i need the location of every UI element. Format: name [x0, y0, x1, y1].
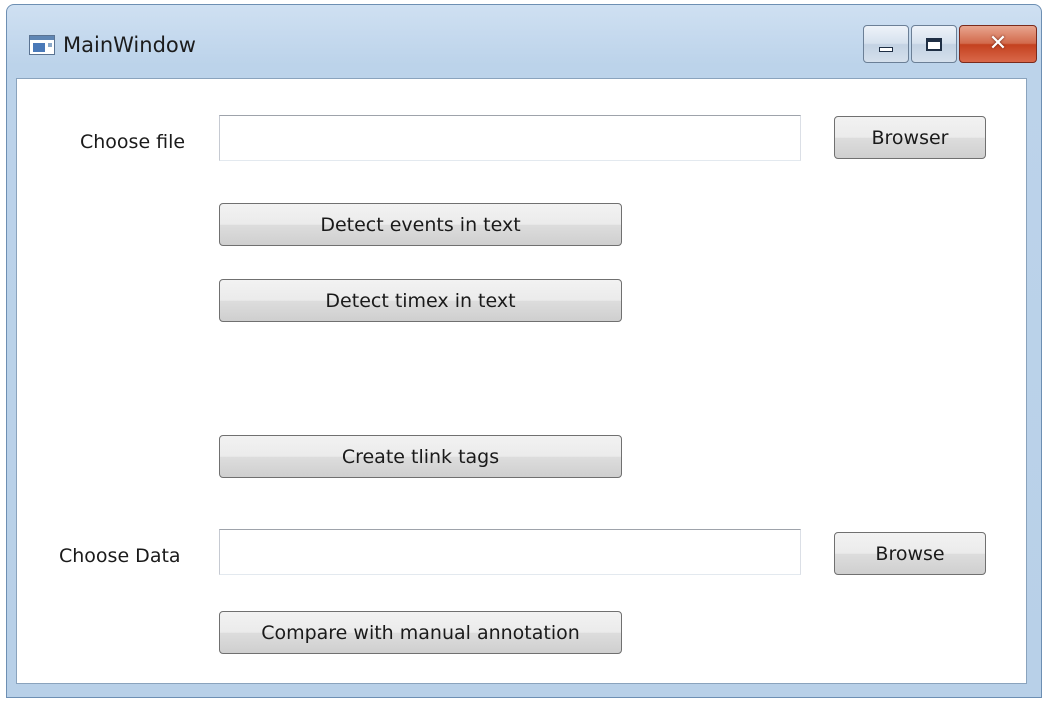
close-icon: ✕ [988, 31, 1008, 56]
maximize-icon [926, 37, 942, 51]
browse-button[interactable]: Browse [834, 532, 986, 575]
detect-events-button[interactable]: Detect events in text [219, 203, 622, 246]
compare-annotation-button[interactable]: Compare with manual annotation [219, 611, 622, 654]
window-title: MainWindow [63, 33, 196, 57]
client-area: Choose file Browser Detect events in tex… [16, 78, 1027, 684]
choose-data-label: Choose Data [59, 545, 181, 567]
maximize-button[interactable] [911, 25, 957, 63]
file-path-input[interactable] [219, 115, 801, 161]
minimize-icon [879, 46, 893, 52]
detect-timex-button[interactable]: Detect timex in text [219, 279, 622, 322]
data-path-input[interactable] [219, 529, 801, 575]
app-window-icon[interactable] [29, 35, 55, 55]
minimize-button[interactable] [863, 25, 909, 63]
browser-button[interactable]: Browser [834, 116, 986, 159]
choose-file-label: Choose file [80, 131, 186, 153]
close-button[interactable]: ✕ [959, 25, 1037, 63]
title-bar[interactable]: MainWindow ✕ [7, 5, 1041, 85]
create-tlink-tags-button[interactable]: Create tlink tags [219, 435, 622, 478]
